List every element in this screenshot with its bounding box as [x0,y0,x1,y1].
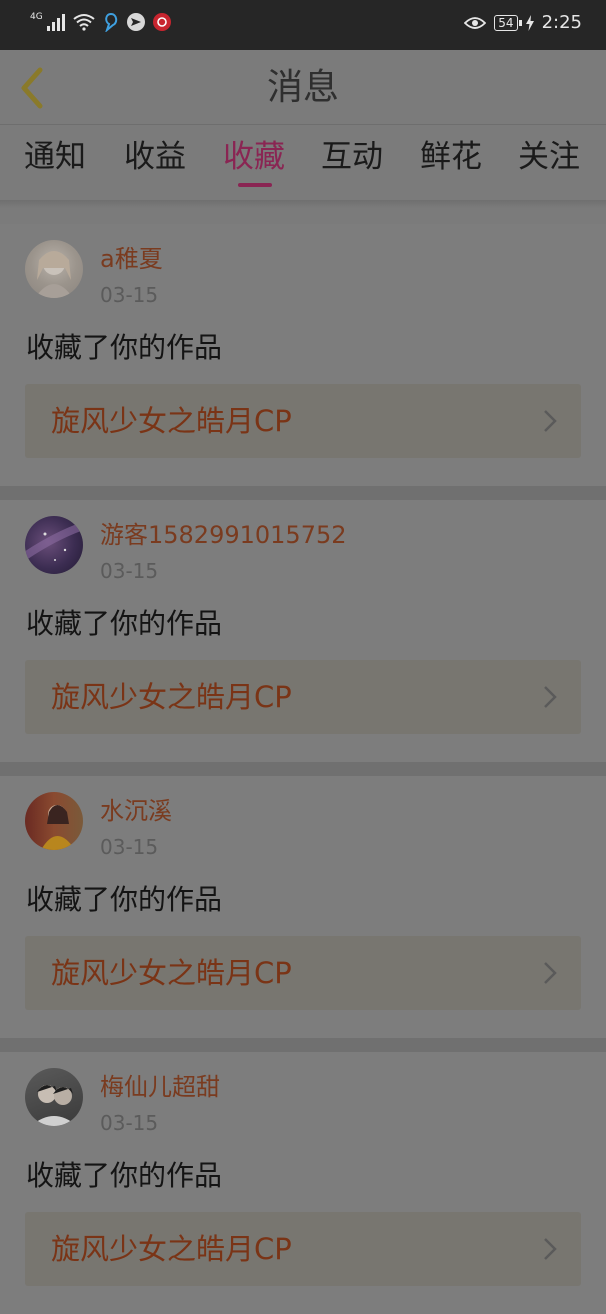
divider [0,486,606,500]
tab-bar: 通知 收益 收藏 互动 鲜花 关注 [0,125,606,205]
tab-notifications[interactable]: 通知 [24,135,86,179]
active-tab-indicator [238,183,272,187]
message-item: 梅仙儿超甜 03-15 收藏了你的作品 旋风少女之皓月CP [0,1052,606,1314]
chevron-right-icon [544,686,557,708]
header: 消息 [0,50,606,125]
message-action: 收藏了你的作品 [26,1159,223,1192]
avatar[interactable] [25,240,83,298]
charging-icon [525,14,534,31]
wifi-icon [73,14,95,31]
message-action: 收藏了你的作品 [26,883,223,916]
app-notification-icon [104,12,117,32]
message-action: 收藏了你的作品 [26,607,223,640]
message-date: 03-15 [100,559,159,583]
status-bar: 4G 54 2:25 [0,0,606,50]
send-icon [126,13,145,31]
signal-icon [46,13,65,31]
tab-follows[interactable]: 关注 [518,135,580,179]
message-item: 游客1582991015752 03-15 收藏了你的作品 旋风少女之皓月CP [0,500,606,762]
message-item: a稚夏 03-15 收藏了你的作品 旋风少女之皓月CP [0,224,606,486]
message-action: 收藏了你的作品 [26,331,223,364]
tab-favorites[interactable]: 收藏 [223,135,285,179]
work-title: 旋风少女之皓月CP [51,404,292,438]
username[interactable]: 梅仙儿超甜 [100,1072,220,1102]
work-title: 旋风少女之皓月CP [51,1232,292,1266]
divider [0,762,606,776]
tab-earnings[interactable]: 收益 [124,135,186,179]
message-date: 03-15 [100,283,159,307]
username[interactable]: 水沉溪 [100,796,172,826]
work-title: 旋风少女之皓月CP [51,680,292,714]
work-link[interactable]: 旋风少女之皓月CP [25,936,581,1010]
music-app-icon [152,13,171,31]
avatar[interactable] [25,516,83,574]
work-link[interactable]: 旋风少女之皓月CP [25,384,581,458]
avatar[interactable] [25,1068,83,1126]
clock: 2:25 [541,12,582,33]
message-date: 03-15 [100,1111,159,1135]
username[interactable]: a稚夏 [100,244,163,274]
work-link[interactable]: 旋风少女之皓月CP [25,1212,581,1286]
network-type: 4G [30,12,43,22]
chevron-right-icon [544,1238,557,1260]
work-link[interactable]: 旋风少女之皓月CP [25,660,581,734]
avatar[interactable] [25,792,83,850]
message-item: 水沉溪 03-15 收藏了你的作品 旋风少女之皓月CP [0,776,606,1038]
chevron-right-icon [544,962,557,984]
tab-interactions[interactable]: 互动 [321,135,383,179]
divider [0,1038,606,1052]
eye-icon [464,16,487,29]
message-date: 03-15 [100,835,159,859]
username[interactable]: 游客1582991015752 [100,520,347,550]
divider [0,200,606,208]
chevron-right-icon [544,410,557,432]
work-title: 旋风少女之皓月CP [51,956,292,990]
page-title: 消息 [266,67,339,108]
battery-icon: 54 [494,14,522,31]
tab-flowers[interactable]: 鲜花 [420,135,482,179]
